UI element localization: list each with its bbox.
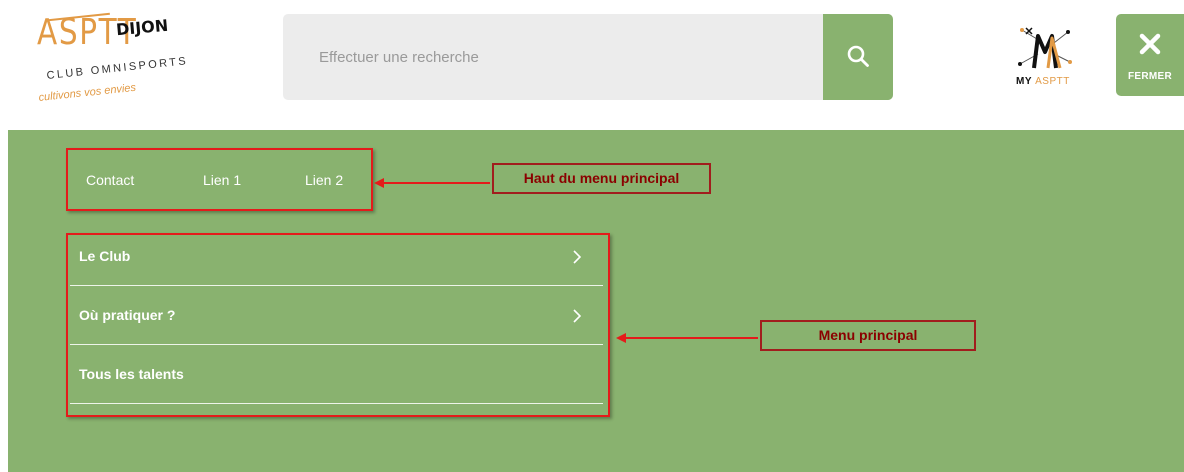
search-icon <box>846 44 870 71</box>
search-bar <box>283 14 893 100</box>
close-icon <box>1136 30 1164 63</box>
search-input[interactable] <box>283 14 821 100</box>
search-button[interactable] <box>823 14 893 100</box>
my-asptt-label-suffix: ASPTT <box>1035 76 1070 87</box>
logo-city: DIJON <box>115 15 169 40</box>
close-menu-label: FERMER <box>1127 71 1173 82</box>
annotation-label-main-menu: Menu principal <box>760 320 976 351</box>
site-logo[interactable]: ASPTT DIJON CLUB OMNISPORTS cultivons vo… <box>34 12 194 112</box>
my-asptt-label-prefix: MY <box>1016 76 1032 87</box>
close-menu-button[interactable]: FERMER <box>1116 14 1184 96</box>
annotation-box-main-menu <box>66 233 610 417</box>
annotation-arrow-top-menu <box>374 178 490 188</box>
my-asptt-link[interactable]: MY ASPTT <box>1008 24 1080 94</box>
site-header: ASPTT DIJON CLUB OMNISPORTS cultivons vo… <box>0 0 1184 130</box>
annotation-box-top-menu <box>66 148 373 211</box>
annotation-arrow-main-menu <box>616 333 758 343</box>
logo-tagline: cultivons vos envies <box>38 81 137 104</box>
annotation-label-top-menu: Haut du menu principal <box>492 163 711 194</box>
my-asptt-label: MY ASPTT <box>1016 76 1070 87</box>
logo-subtitle: CLUB OMNISPORTS <box>46 55 189 82</box>
